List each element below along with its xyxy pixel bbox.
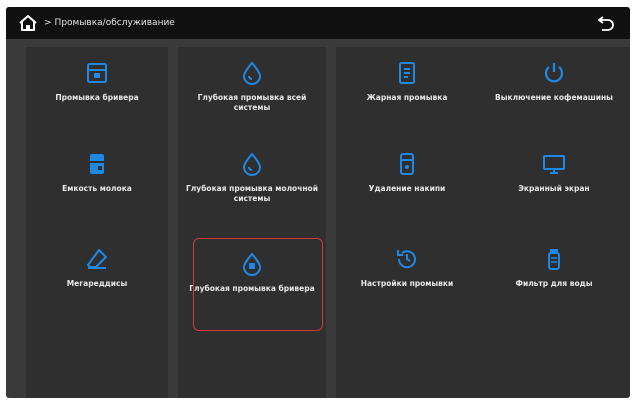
tile-label: Фильтр для воды bbox=[515, 279, 593, 288]
power-icon bbox=[544, 63, 564, 83]
selection-highlight bbox=[193, 238, 323, 331]
water-drop-icon bbox=[242, 152, 262, 176]
tile-label: Емкость молока bbox=[62, 184, 132, 193]
water-drop-icon bbox=[242, 61, 262, 85]
home-icon[interactable] bbox=[18, 14, 38, 32]
tile-label: Настройки промывки bbox=[360, 279, 454, 288]
tile-label: Экранный экран bbox=[518, 184, 590, 193]
tile-deep-milk-rinse[interactable]: Глубокая промывка молочной системы bbox=[182, 152, 322, 204]
breadcrumb-separator: > bbox=[44, 18, 52, 28]
tile-label: Промывка бривера bbox=[55, 93, 139, 102]
tile-descale[interactable]: Удаление накипи bbox=[337, 152, 477, 194]
screen: > Промывка/обслуживание Промывка бривера … bbox=[6, 7, 630, 398]
tile-label: Мегареддисы bbox=[66, 279, 128, 288]
tile-rinse-settings[interactable]: Настройки промывки bbox=[337, 247, 477, 289]
back-icon[interactable] bbox=[596, 14, 616, 32]
monitor-icon bbox=[543, 155, 565, 174]
tile-label: Жарная промывка bbox=[366, 93, 448, 102]
tile-deep-system-rinse[interactable]: Глубокая промывка всей системы bbox=[182, 61, 322, 113]
tile-water-filter[interactable]: Фильтр для воды bbox=[484, 247, 624, 289]
water-filter-icon bbox=[548, 249, 560, 270]
tile-screen[interactable]: Экранный экран bbox=[484, 152, 624, 194]
document-icon bbox=[399, 62, 415, 84]
tile-hot-rinse[interactable]: Жарная промывка bbox=[337, 61, 477, 103]
tile-brewer-rinse[interactable]: Промывка бривера bbox=[27, 61, 167, 103]
milk-container-icon bbox=[90, 154, 104, 174]
tile-label: Глубокая промывка молочной системы bbox=[186, 184, 318, 203]
breadcrumb: > Промывка/обслуживание bbox=[44, 16, 175, 30]
breadcrumb-title: Промывка/обслуживание bbox=[54, 18, 175, 28]
tile-label: Выключение кофемашины bbox=[495, 93, 613, 102]
tile-milk-container[interactable]: Емкость молока bbox=[27, 152, 167, 194]
box-icon bbox=[87, 63, 107, 83]
tile-power-off[interactable]: Выключение кофемашины bbox=[484, 61, 624, 103]
tile-label: Удаление накипи bbox=[368, 184, 446, 193]
top-bar: > Промывка/обслуживание bbox=[6, 7, 630, 39]
descale-icon bbox=[400, 153, 414, 175]
eraser-icon bbox=[87, 249, 107, 269]
history-icon bbox=[397, 250, 416, 269]
tile-label: Глубокая промывка всей системы bbox=[197, 93, 307, 112]
tile-mega[interactable]: Мегареддисы bbox=[27, 247, 167, 289]
